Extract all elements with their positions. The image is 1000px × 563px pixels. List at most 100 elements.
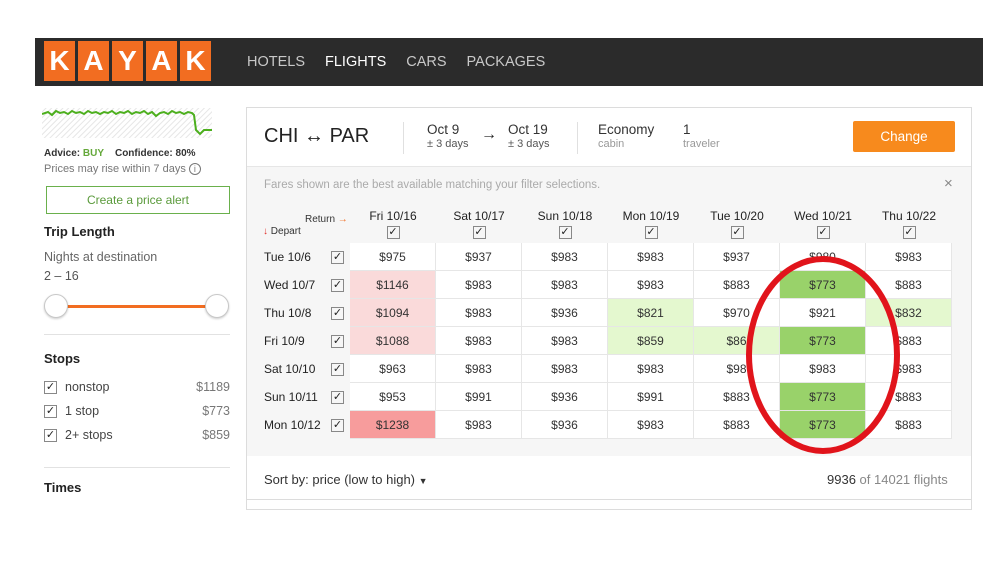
checkbox-checked[interactable]: ✓ [331,306,344,320]
fare-cell[interactable]: $921 [780,299,866,327]
trip-length-min-handle[interactable] [44,294,68,318]
fare-cell[interactable]: $983 [608,243,694,271]
fare-cell[interactable]: $1238 [350,411,436,439]
checkbox-checked[interactable]: ✓ [558,226,572,239]
fare-cell[interactable]: $983 [608,355,694,383]
fare-cell[interactable]: $983 [522,243,608,271]
fare-cell[interactable]: $936 [522,383,608,411]
fare-cell[interactable]: $983 [780,355,866,383]
route-origin: CHI [264,125,299,147]
fare-cell[interactable]: $883 [694,411,780,439]
fare-cell[interactable]: $883 [694,383,780,411]
return-date-column-head[interactable]: Sat 10/17 ✓ [436,209,522,239]
checkbox-checked[interactable]: ✓ [386,226,400,239]
depart-date-row-head[interactable]: Tue 10/6 ✓ [264,243,350,271]
nav-hotels[interactable]: HOTELS [247,54,305,70]
create-price-alert-button[interactable]: Create a price alert [46,186,230,214]
fare-cell[interactable]: $983 [436,411,522,439]
fare-cell[interactable]: $832 [866,299,952,327]
return-date-column-head[interactable]: Mon 10/19 ✓ [608,209,694,239]
fare-cell[interactable]: $1088 [350,327,436,355]
fare-cell[interactable]: $983 [436,299,522,327]
fare-cell[interactable]: $983 [522,355,608,383]
fare-cell[interactable]: $937 [436,243,522,271]
fare-cell[interactable]: $883 [866,383,952,411]
fare-cell[interactable]: $773 [780,411,866,439]
checkbox-checked[interactable]: ✓ [44,428,57,442]
fare-cell[interactable]: $936 [522,299,608,327]
fare-cell[interactable]: $983 [436,327,522,355]
fare-cell[interactable]: $983 [522,327,608,355]
stop-filter-nonstop[interactable]: ✓ nonstop $1189 [44,378,230,396]
checkbox-checked[interactable]: ✓ [472,226,486,239]
column-date: Mon 10/19 [622,209,680,223]
checkbox-checked[interactable]: ✓ [730,226,744,239]
logo-letter: K [44,41,75,81]
fare-cell[interactable]: $983 [866,243,952,271]
close-icon[interactable]: × [944,175,953,192]
fare-cell[interactable]: $983 [608,271,694,299]
fare-cell[interactable]: $991 [608,383,694,411]
depart-date-row-head[interactable]: Thu 10/8 ✓ [264,299,350,327]
fare-cell[interactable]: $991 [436,383,522,411]
nav-packages[interactable]: PACKAGES [467,54,546,70]
fare-cell[interactable]: $980 [780,243,866,271]
fare-cell[interactable]: $773 [780,271,866,299]
depart-date-row-head[interactable]: Sun 10/11 ✓ [264,383,350,411]
change-search-button[interactable]: Change [853,121,955,152]
depart-date-row-head[interactable]: Fri 10/9 ✓ [264,327,350,355]
fare-cell[interactable]: $821 [608,299,694,327]
checkbox-checked[interactable]: ✓ [902,226,916,239]
checkbox-checked[interactable]: ✓ [331,250,344,264]
fare-cell[interactable]: $983 [608,411,694,439]
stop-filter-2plus-stops[interactable]: ✓ 2+ stops $859 [44,426,230,444]
checkbox-checked[interactable]: ✓ [331,418,344,432]
checkbox-checked[interactable]: ✓ [331,390,344,404]
nav-cars[interactable]: CARS [406,54,446,70]
fare-cell[interactable]: $936 [522,411,608,439]
fare-cell[interactable]: $859 [608,327,694,355]
fare-cell[interactable]: $773 [780,327,866,355]
return-date-column-head[interactable]: Wed 10/21 ✓ [780,209,866,239]
stop-filter-1-stop[interactable]: ✓ 1 stop $773 [44,402,230,420]
nav-flights[interactable]: FLIGHTS [325,54,386,70]
return-date-column-head[interactable]: Sun 10/18 ✓ [522,209,608,239]
checkbox-checked[interactable]: ✓ [816,226,830,239]
checkbox-checked[interactable]: ✓ [331,278,344,292]
return-date-column-head[interactable]: Fri 10/16 ✓ [350,209,436,239]
fare-cell[interactable]: $98 [694,355,780,383]
fare-cell[interactable]: $1146 [350,271,436,299]
fare-cell[interactable]: $883 [866,411,952,439]
fare-cell[interactable]: $983 [436,355,522,383]
fare-cell[interactable]: $773 [780,383,866,411]
fare-cell[interactable]: $953 [350,383,436,411]
fare-cell[interactable]: $86 [694,327,780,355]
fare-cell[interactable]: $883 [866,327,952,355]
depart-date-row-head[interactable]: Wed 10/7 ✓ [264,271,350,299]
fare-cell[interactable]: $975 [350,243,436,271]
info-icon[interactable]: i [188,163,201,175]
kayak-logo[interactable]: K A Y A K [44,41,211,81]
fare-cell[interactable]: $1094 [350,299,436,327]
depart-date-row-head[interactable]: Sat 10/10 ✓ [264,355,350,383]
fare-cell[interactable]: $983 [866,355,952,383]
sort-dropdown[interactable]: Sort by: price (low to high) ▼ [264,472,428,487]
divider [403,122,404,154]
trip-length-slider-track[interactable] [56,305,216,308]
fare-cell[interactable]: $883 [866,271,952,299]
depart-date-row-head[interactable]: Mon 10/12 ✓ [264,411,350,439]
checkbox-checked[interactable]: ✓ [331,362,344,376]
checkbox-checked[interactable]: ✓ [44,404,57,418]
fare-cell[interactable]: $983 [522,271,608,299]
fare-cell[interactable]: $937 [694,243,780,271]
fare-cell[interactable]: $883 [694,271,780,299]
checkbox-checked[interactable]: ✓ [644,226,658,239]
fare-cell[interactable]: $963 [350,355,436,383]
checkbox-checked[interactable]: ✓ [44,380,57,394]
return-date-column-head[interactable]: Tue 10/20 ✓ [694,209,780,239]
trip-length-max-handle[interactable] [205,294,229,318]
fare-cell[interactable]: $970 [694,299,780,327]
return-date-column-head[interactable]: Thu 10/22 ✓ [866,209,952,239]
fare-cell[interactable]: $983 [436,271,522,299]
checkbox-checked[interactable]: ✓ [331,334,344,348]
